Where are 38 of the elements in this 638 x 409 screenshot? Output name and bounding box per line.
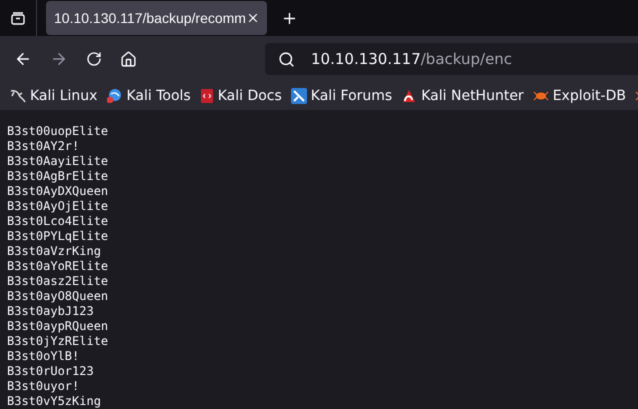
- url-field[interactable]: 10.10.130.117/backup/enc: [265, 43, 638, 75]
- text-line: B3st0AyOjElite: [7, 199, 108, 214]
- text-line: B3st0rUor123: [7, 364, 94, 379]
- text-line: B3st0vY5zKing: [7, 394, 101, 409]
- search-icon: [278, 50, 295, 68]
- text-line: B3st0AY2r!: [7, 139, 80, 154]
- bookmark-link[interactable]: Kali NetHunter: [421, 86, 524, 106]
- nethunter-icon: [401, 88, 418, 104]
- home-icon[interactable]: [120, 50, 137, 68]
- bookmark-link[interactable]: Kali Docs: [218, 86, 282, 106]
- text-line: B3st0aybJ123: [7, 304, 94, 319]
- back-icon[interactable]: [14, 50, 32, 68]
- bookmark-link[interactable]: Exploit-DB: [552, 86, 626, 106]
- reload-icon[interactable]: [86, 51, 102, 67]
- bug-icon: [532, 90, 549, 102]
- text-line: B3st0AgBrElite: [7, 169, 108, 184]
- bookmark-link[interactable]: Kali Linux: [30, 86, 98, 106]
- text-line: B3st00uopElite: [7, 124, 108, 139]
- forward-icon[interactable]: [50, 50, 68, 68]
- browser-tab[interactable]: 10.10.130.117/backup/recomm: [46, 1, 267, 35]
- bookmark-link[interactable]: Kali Forums: [310, 86, 392, 106]
- bookmark-link[interactable]: Kali Tools: [126, 86, 191, 106]
- text-line: B3st0jYzRElite: [7, 334, 108, 349]
- text-line: B3st0asz2Elite: [7, 274, 108, 289]
- text-line: B3st0Lco4Elite: [7, 214, 108, 229]
- text-line: B3st0uyor!: [7, 379, 80, 394]
- tab-list-icon[interactable]: [11, 12, 25, 24]
- text-line: B3st0AayiElite: [7, 154, 108, 169]
- forums-icon: [290, 88, 307, 104]
- text-line: B3st0AyDXQueen: [7, 184, 108, 199]
- book-icon: [200, 88, 214, 104]
- text-line: B3st0aVzrKing: [7, 244, 101, 259]
- text-line: B3st0aYoRElite: [7, 259, 108, 274]
- text-line: B3st0aypRQueen: [7, 319, 108, 334]
- text-line: B3st0ayO8Queen: [7, 289, 108, 304]
- text-line: B3st0PYLqElite: [7, 229, 108, 244]
- tools-icon: [106, 88, 122, 104]
- text-line: B3st0oYlB!: [7, 349, 80, 364]
